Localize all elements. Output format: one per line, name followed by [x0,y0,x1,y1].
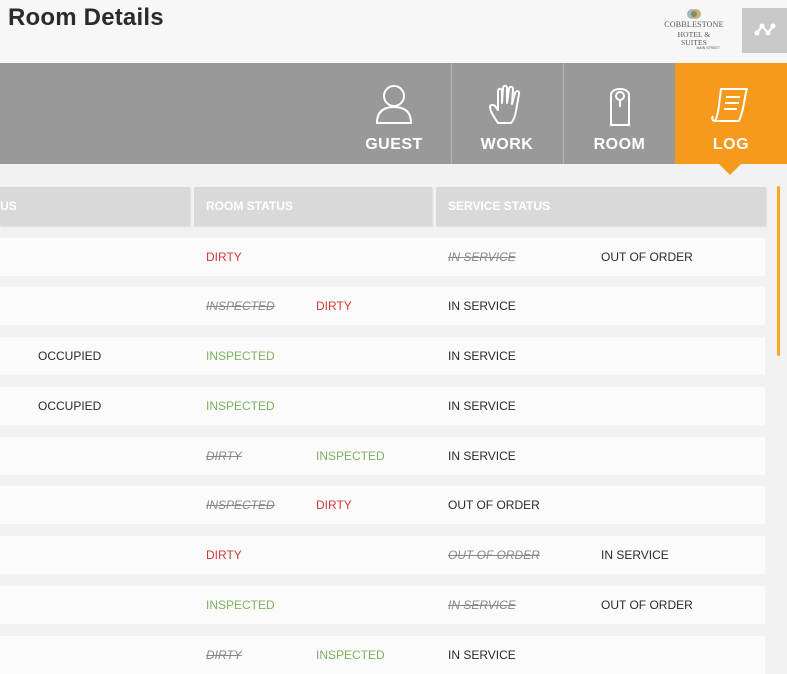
page-title: Room Details [8,4,164,31]
occupancy-status: OCCUPIED [38,349,102,363]
service-status: OUT OF ORDER [601,598,693,612]
hotel-logo: COBBLESTONE HOTEL & SUITES MAIN STREET [664,8,724,52]
tab-log-label: LOG [712,136,750,153]
share-nodes-icon [754,23,776,36]
previous-room-status: DIRTY [206,648,242,662]
logo-line1: COBBLESTONE [664,20,724,29]
service-status: IN SERVICE [448,399,516,413]
logo-line3: MAIN STREET [696,46,720,50]
occupancy-status: OCCUPIED [38,399,102,413]
previous-room-status: INSPECTED [206,299,275,313]
nav-bar: GUEST WORK ROOM LOG [0,63,787,164]
service-status: OUT OF ORDER [448,498,540,512]
header-bar: Room Details COBBLESTONE HOTEL & SUITES … [0,0,787,63]
previous-service-status: IN SERVICE [448,598,516,612]
share-button[interactable] [742,8,787,53]
door-hanger-icon [609,88,630,126]
table-row[interactable]: DIRTY INSPECTED IN SERVICE [0,437,765,475]
previous-room-status: DIRTY [206,449,242,463]
service-status: IN SERVICE [601,548,669,562]
table-row[interactable]: DIRTY IN SERVICE OUT OF ORDER [0,238,765,276]
room-status: DIRTY [206,250,242,264]
tab-room-label: ROOM [593,136,646,153]
room-status: INSPECTED [206,598,275,612]
room-status: DIRTY [316,299,352,313]
service-status: IN SERVICE [448,299,516,313]
previous-service-status: IN SERVICE [448,250,516,264]
table-row[interactable]: INSPECTED DIRTY OUT OF ORDER [0,486,765,524]
column-header-status[interactable]: ATUS [0,187,190,226]
logo-line2: HOTEL & SUITES [677,30,711,47]
table-row[interactable]: DIRTY OUT OF ORDER IN SERVICE [0,536,765,574]
room-status: DIRTY [316,498,352,512]
person-icon [375,85,413,124]
column-header-service-status[interactable]: SERVICE STATUS [436,187,766,226]
room-status: INSPECTED [206,399,275,413]
room-status: DIRTY [206,548,242,562]
room-status: INSPECTED [316,648,385,662]
scrollbar[interactable] [777,186,780,356]
service-status: IN SERVICE [448,349,516,363]
active-tab-pointer [719,164,741,175]
service-status: OUT OF ORDER [601,250,693,264]
tab-work[interactable]: WORK [451,63,562,164]
room-status: INSPECTED [206,349,275,363]
previous-service-status: OUT OF ORDER [448,548,540,562]
tab-room[interactable]: ROOM [563,63,675,164]
column-header-room-status[interactable]: ROOM STATUS [194,187,432,226]
table-row[interactable]: OCCUPIED INSPECTED IN SERVICE [0,337,765,375]
table-row[interactable]: OCCUPIED INSPECTED IN SERVICE [0,387,765,425]
tab-guest-label: GUEST [365,136,423,153]
room-status: INSPECTED [316,449,385,463]
scroll-icon [711,88,748,122]
table-row[interactable]: INSPECTED DIRTY IN SERVICE [0,287,765,325]
tab-work-label: WORK [480,136,534,153]
table-row[interactable]: DIRTY INSPECTED IN SERVICE [0,636,765,674]
tab-guest[interactable]: GUEST [338,63,450,164]
table-row[interactable]: INSPECTED IN SERVICE OUT OF ORDER [0,586,765,624]
logo-mark-icon [687,9,701,19]
hand-icon [489,84,521,124]
service-status: IN SERVICE [448,449,516,463]
previous-room-status: INSPECTED [206,498,275,512]
service-status: IN SERVICE [448,648,516,662]
tab-log[interactable]: LOG [675,63,787,164]
